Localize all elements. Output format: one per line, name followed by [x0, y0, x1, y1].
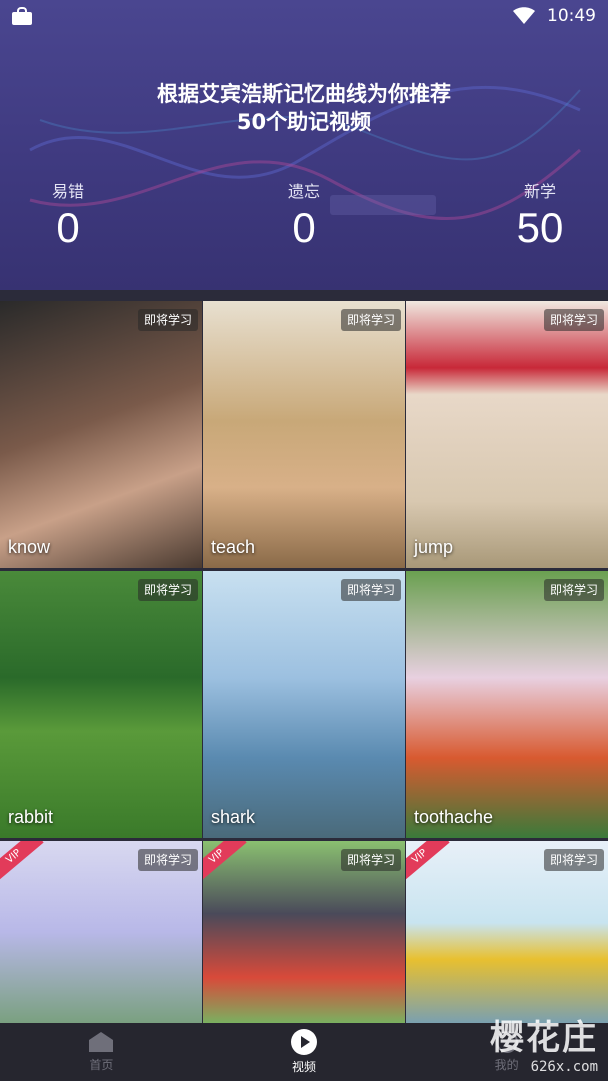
recommendation-headline: 根据艾宾浩斯记忆曲线为你推荐 50个助记视频	[0, 80, 608, 136]
upcoming-badge: 即将学习	[340, 309, 401, 331]
video-grid: 即将学习 know 即将学习 teach 即将学习 jump 即将学习 rabb…	[0, 290, 608, 1023]
watermark-url: 626x.com	[530, 1059, 598, 1075]
watermark-logo: 樱花庄	[490, 1018, 598, 1058]
upcoming-badge: 即将学习	[137, 579, 198, 601]
video-word: toothache	[414, 807, 494, 827]
video-word: rabbit	[8, 807, 54, 827]
video-thumbnail	[406, 571, 608, 838]
video-thumbnail	[0, 301, 202, 568]
shopping-bag-icon	[12, 7, 32, 25]
upcoming-badge: 即将学习	[137, 849, 198, 871]
upcoming-badge: 即将学习	[137, 309, 198, 331]
video-thumbnail	[406, 301, 608, 568]
stat-label: 遗忘	[287, 182, 320, 201]
tab-label: 视频	[292, 1060, 317, 1074]
upcoming-badge: 即将学习	[543, 849, 604, 871]
video-thumbnail	[203, 571, 405, 838]
video-word: jump	[414, 537, 454, 557]
stat-value: 0	[56, 204, 80, 251]
watermark: 樱花庄 626x.com	[490, 1010, 598, 1075]
video-card-teach[interactable]: 即将学习 teach	[203, 301, 405, 568]
video-word: know	[8, 537, 51, 557]
headline-line-2: 50个助记视频	[236, 110, 372, 134]
upcoming-badge: 即将学习	[543, 579, 604, 601]
tab-video[interactable]: 视频	[203, 1023, 406, 1081]
video-card-vip-2[interactable]: VIP 即将学习	[203, 841, 405, 1023]
tab-label: 首页	[89, 1058, 114, 1072]
video-thumbnail	[203, 301, 405, 568]
tab-home[interactable]: 首页	[0, 1023, 203, 1081]
video-card-toothache[interactable]: 即将学习 toothache	[406, 571, 608, 838]
video-card-jump[interactable]: 即将学习 jump	[406, 301, 608, 568]
home-icon	[89, 1032, 114, 1052]
video-word: teach	[211, 537, 256, 557]
video-card-shark[interactable]: 即将学习 shark	[203, 571, 405, 838]
upcoming-badge: 即将学习	[543, 309, 604, 331]
stat-label: 易错	[51, 182, 84, 201]
stat-label: 新学	[523, 182, 556, 201]
stat-forgotten: 遗忘 0	[224, 178, 384, 252]
stat-value: 0	[292, 204, 316, 251]
stat-error-prone: 易错 0	[0, 178, 148, 252]
upcoming-badge: 即将学习	[340, 579, 401, 601]
video-card-vip-1[interactable]: VIP 即将学习	[0, 841, 202, 1023]
video-thumbnail	[0, 571, 202, 838]
status-bar: 10:49	[0, 0, 608, 32]
clock: 10:49	[547, 6, 596, 26]
video-word: shark	[211, 807, 256, 827]
video-card-vip-3[interactable]: VIP 即将学习	[406, 841, 608, 1023]
stat-new-learning: 新学 50	[460, 178, 608, 252]
video-card-rabbit[interactable]: 即将学习 rabbit	[0, 571, 202, 838]
headline-line-1: 根据艾宾浩斯记忆曲线为你推荐	[157, 82, 451, 106]
play-icon	[291, 1029, 317, 1055]
upcoming-badge: 即将学习	[340, 849, 401, 871]
stat-value: 50	[516, 204, 564, 251]
wifi-icon	[513, 7, 535, 24]
video-card-know[interactable]: 即将学习 know	[0, 301, 202, 568]
